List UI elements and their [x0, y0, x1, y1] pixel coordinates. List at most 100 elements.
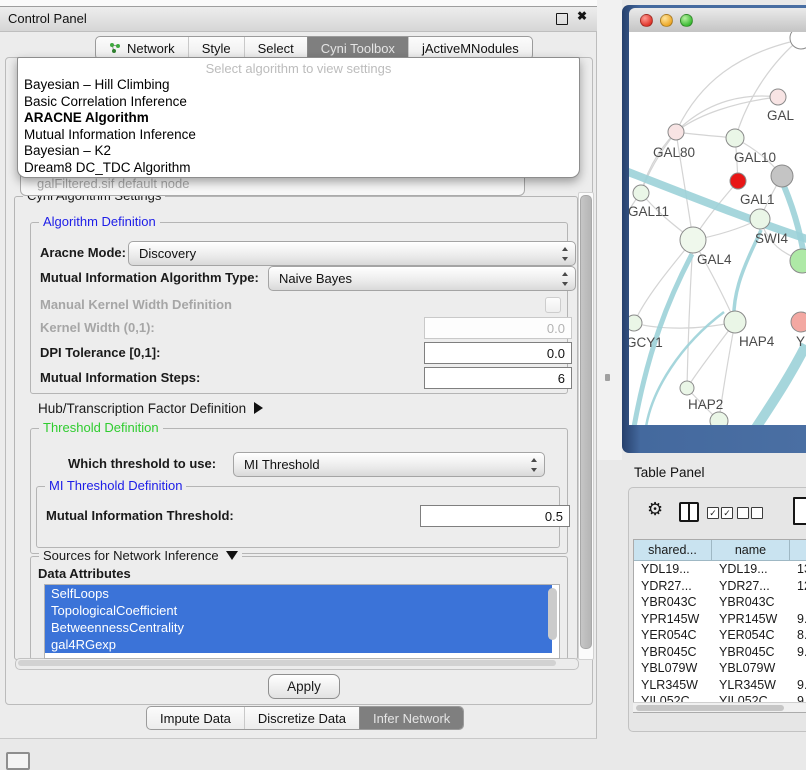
network-node-swi4[interactable] [750, 209, 770, 229]
network-node-gal4[interactable] [680, 227, 706, 253]
control-panel-titlebar: Control Panel [0, 6, 597, 32]
document-icon[interactable] [793, 497, 806, 525]
sources-collapse-toggle[interactable]: Sources for Network Inference [39, 548, 242, 563]
network-edge [676, 97, 778, 132]
aracne-mode-combo[interactable]: Discovery [128, 241, 576, 266]
network-node[interactable] [790, 249, 806, 273]
table-cell: 13 [790, 561, 806, 578]
network-node-hap4[interactable] [724, 311, 746, 333]
tab-impute-data[interactable]: Impute Data [147, 707, 244, 729]
sources-group-title-wrap: Sources for Network Inference [39, 548, 242, 563]
settings-hscrollbar-thumb[interactable] [18, 660, 556, 666]
zoom-traffic-light[interactable] [680, 14, 693, 27]
network-window-titlebar[interactable] [629, 8, 806, 33]
tab-style[interactable]: Style [188, 37, 244, 59]
network-node-y[interactable] [791, 312, 806, 332]
algorithm-option-bayesian-hill-climbing[interactable]: Bayesian – Hill Climbing [18, 77, 579, 94]
minimize-traffic-light[interactable] [660, 14, 673, 27]
table-header-row: shared...nameA [634, 540, 806, 561]
control-panel-title: Control Panel [8, 7, 87, 31]
hub-definition-expander[interactable]: Hub/Transcription Factor Definition [38, 399, 263, 417]
table-row[interactable]: YBR043CYBR043C [634, 594, 806, 611]
attribute-selfloops[interactable]: SelfLoops [45, 585, 552, 602]
checkbox-unchecked-icon[interactable] [751, 507, 763, 519]
attribute-topologicalcoefficient[interactable]: TopologicalCoefficient [45, 602, 552, 619]
tab-jactivemnodules[interactable]: jActiveMNodules [408, 37, 532, 59]
table-hscrollbar-thumb[interactable] [636, 705, 784, 711]
algorithm-option-aracne-algorithm[interactable]: ARACNE Algorithm [18, 110, 579, 127]
checkbox-checked-icon[interactable]: ✓ [707, 507, 719, 519]
node-label-gal11: GAL11 [629, 204, 669, 219]
tab-network[interactable]: Network [96, 37, 188, 59]
network-node-gcy1[interactable] [629, 315, 642, 331]
network-node-gal1[interactable] [730, 173, 746, 189]
tab-label: jActiveMNodules [422, 41, 519, 56]
tab-infer-network[interactable]: Infer Network [359, 707, 463, 729]
table-cell: YBL079W [634, 660, 712, 677]
column-header-shared[interactable]: shared... [634, 540, 712, 561]
table-row[interactable]: YDL19...YDL19...13 [634, 561, 806, 578]
network-node-gal10[interactable] [726, 129, 744, 147]
tab-cyni-toolbox[interactable]: Cyni Toolbox [307, 37, 408, 59]
mi-threshold-field[interactable]: 0.5 [420, 505, 570, 527]
table-row[interactable]: YDR27...YDR27...12 [634, 578, 806, 595]
table-row[interactable]: YBL079WYBL079W [634, 660, 806, 677]
list-scrollbar-thumb[interactable] [548, 588, 557, 640]
tab-select[interactable]: Select [244, 37, 307, 59]
close-traffic-light[interactable] [640, 14, 653, 27]
dpi-tolerance-field[interactable]: 0.0 [424, 342, 572, 364]
combo-arrows-icon [528, 457, 541, 473]
network-node-gal11[interactable] [633, 185, 649, 201]
mi-steps-field[interactable]: 6 [424, 367, 572, 389]
algorithm-popup-prompt: Select algorithm to view settings [18, 60, 579, 77]
table-row[interactable]: YBR045CYBR045C9. [634, 644, 806, 661]
network-node-hap2[interactable] [680, 381, 694, 395]
checkbox-unchecked-icon[interactable] [737, 507, 749, 519]
table-row[interactable]: YLR345WYLR345W9. [634, 677, 806, 694]
apply-button[interactable]: Apply [268, 674, 340, 699]
algorithm-option-dream8-dc-tdc-algorithm[interactable]: Dream8 DC_TDC Algorithm [18, 160, 579, 177]
tab-discretize-data[interactable]: Discretize Data [244, 707, 359, 729]
threshold-definition-title: Threshold Definition [39, 420, 163, 435]
column-header-name[interactable]: name [712, 540, 790, 561]
data-attributes-list[interactable]: SelfLoopsTopologicalCoefficientBetweenne… [44, 584, 560, 659]
network-node[interactable] [710, 412, 728, 425]
settings-vscrollbar-thumb[interactable] [580, 195, 592, 649]
network-icon [109, 42, 121, 54]
table-row[interactable]: YER054CYER054C8. [634, 627, 806, 644]
attribute-gal4rgexp[interactable]: gal4RGexp [45, 636, 552, 653]
table-hscrollbar[interactable] [633, 702, 806, 712]
kernel-width-label: Kernel Width (0,1): [40, 320, 155, 336]
splitter-handle[interactable] [605, 374, 610, 381]
algorithm-option-mutual-information-inference[interactable]: Mutual Information Inference [18, 127, 579, 144]
algorithm-option-basic-correlation-inference[interactable]: Basic Correlation Inference [18, 94, 579, 111]
table-panel-title: Table Panel [634, 464, 705, 482]
table-cell: 9. [790, 677, 806, 694]
gear-icon[interactable]: ⚙ [647, 499, 663, 520]
table-cell [790, 594, 806, 611]
network-node[interactable] [771, 165, 793, 187]
columns-icon[interactable] [679, 502, 699, 522]
table-cell [790, 660, 806, 677]
table-cell: YPR145W [712, 611, 790, 628]
network-canvas[interactable]: GALGAL80GAL10GAL1GAL11SWI4GAL4GCY1HAP4YH… [629, 32, 806, 425]
which-threshold-combo[interactable]: MI Threshold [233, 452, 545, 477]
node-table: shared...nameAYDL19...YDL19...13YDR27...… [633, 539, 806, 713]
float-window-icon[interactable] [556, 13, 568, 25]
minimized-panel-icon[interactable] [6, 752, 30, 770]
node-label-gal10: GAL10 [734, 150, 776, 165]
network-node-gal80[interactable] [668, 124, 684, 140]
checkbox-checked-icon[interactable]: ✓ [721, 507, 733, 519]
hub-definition-label: Hub/Transcription Factor Definition [38, 401, 246, 416]
attribute-betweennesscentrality[interactable]: BetweennessCentrality [45, 619, 552, 636]
close-icon[interactable]: ✖ [574, 8, 590, 24]
node-label-gal1: GAL1 [740, 192, 775, 207]
network-node[interactable] [790, 32, 806, 49]
algorithm-option-bayesian-k2[interactable]: Bayesian – K2 [18, 143, 579, 160]
column-header-a[interactable]: A [790, 540, 806, 561]
algorithm-dropdown-popup: Select algorithm to view settings Bayesi… [17, 57, 580, 178]
mi-type-combo[interactable]: Naive Bayes [268, 266, 576, 291]
network-node-gal[interactable] [770, 89, 786, 105]
table-row[interactable]: YPR145WYPR145W9. [634, 611, 806, 628]
panel-splitter[interactable] [597, 0, 622, 460]
